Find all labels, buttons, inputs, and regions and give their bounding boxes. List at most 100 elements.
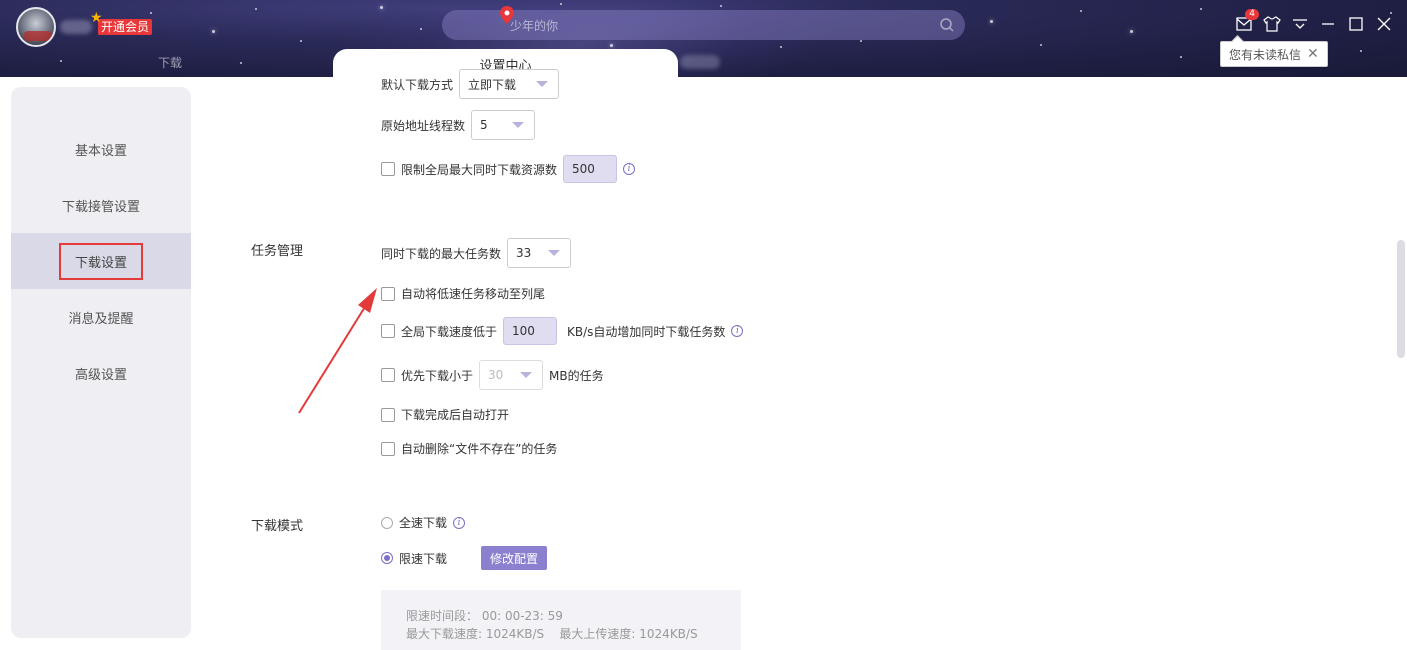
prefer-small-checkbox[interactable] xyxy=(381,368,395,382)
speed-below-label: 全局下载速度低于 xyxy=(401,324,498,339)
sidebar-item-label: 下载设置 xyxy=(58,242,143,280)
star xyxy=(255,8,257,10)
star xyxy=(1080,10,1082,12)
max-tasks-label: 同时下载的最大任务数 xyxy=(381,246,502,261)
auto-move-slow-label: 自动将低速任务移动至列尾 xyxy=(401,287,546,301)
limited-speed-radio[interactable] xyxy=(381,552,393,564)
star xyxy=(780,46,782,48)
limit-global-checkbox[interactable] xyxy=(381,162,395,176)
star xyxy=(1200,8,1202,10)
default-download-mode-label: 默认下载方式 xyxy=(381,77,454,92)
skin-button[interactable] xyxy=(1263,15,1281,33)
username-blurred[interactable] xyxy=(60,20,92,34)
auto-move-slow-checkbox[interactable] xyxy=(381,286,395,301)
open-vip-button[interactable]: 开通会员 xyxy=(98,19,153,35)
sidebar-item-download[interactable]: 下载设置 xyxy=(11,233,191,289)
default-download-mode-select[interactable]: 立即下载 xyxy=(459,69,560,99)
window-controls: 4 xyxy=(1235,9,1393,33)
search-placeholder: 少年的你 xyxy=(510,19,559,33)
sidebar-item-basic[interactable]: 基本设置 xyxy=(11,121,191,177)
star xyxy=(1180,56,1182,58)
close-icon xyxy=(1377,17,1391,31)
info-icon[interactable]: i xyxy=(731,325,744,337)
star xyxy=(1390,12,1392,14)
star xyxy=(380,6,383,9)
time-range-text: 限速时间段： 00: 00-23: 59 xyxy=(406,609,563,623)
star xyxy=(1040,44,1042,46)
auto-open-row: 下载完成后自动打开 xyxy=(381,406,509,423)
default-download-mode-row: 默认下载方式 立即下载 xyxy=(381,69,560,99)
star xyxy=(1130,30,1133,33)
origin-threads-select[interactable]: 5 xyxy=(471,110,536,140)
task-management-title: 任务管理 xyxy=(251,244,304,259)
speed-below-row: 全局下载速度低于 100 KB/s自动增加同时下载任务数 i xyxy=(381,317,744,345)
sidebar-item-label: 基本设置 xyxy=(74,143,127,159)
maximize-button[interactable] xyxy=(1347,15,1365,33)
star xyxy=(990,20,993,23)
full-speed-radio[interactable] xyxy=(381,516,393,529)
sidebar-item-label: 高级设置 xyxy=(74,367,127,383)
tooltip-close-icon[interactable]: ✕ xyxy=(1307,46,1319,62)
star xyxy=(560,3,562,5)
chevron-down-icon xyxy=(536,81,549,87)
star xyxy=(420,28,422,30)
max-tasks-row: 同时下载的最大任务数 33 xyxy=(381,238,572,268)
sidebar-item-label: 消息及提醒 xyxy=(68,311,134,327)
prefer-small-label: 优先下载小于 xyxy=(401,368,474,383)
avatar[interactable] xyxy=(16,7,56,47)
star xyxy=(1360,50,1362,52)
info-icon[interactable]: i xyxy=(623,163,636,175)
star xyxy=(300,40,302,42)
vip-badge[interactable]: ★ 开通会员 xyxy=(90,10,153,35)
auto-move-slow-row: 自动将低速任务移动至列尾 xyxy=(381,285,545,302)
full-speed-label: 全速下载 xyxy=(399,516,448,530)
sidebar-item-advanced[interactable]: 高级设置 xyxy=(11,345,191,401)
search-icon[interactable] xyxy=(939,17,955,33)
select-value: 30 xyxy=(488,368,504,382)
tab-download[interactable]: 下载 xyxy=(0,48,340,77)
tshirt-icon xyxy=(1263,16,1281,32)
prefer-small-suffix: MB的任务 xyxy=(549,368,604,383)
speed-below-input[interactable]: 100 xyxy=(503,317,558,345)
download-mode-title: 下载模式 xyxy=(251,519,304,534)
info-icon[interactable]: i xyxy=(453,516,466,529)
max-speeds-text: 最大下载速度: 1024KB/S 最大上传速度: 1024KB/S xyxy=(406,627,698,641)
origin-threads-row: 原始地址线程数 5 xyxy=(381,110,536,140)
prefer-small-select[interactable]: 30 xyxy=(479,360,544,390)
chevron-down-icon xyxy=(520,372,533,378)
max-tasks-select[interactable]: 33 xyxy=(507,238,572,268)
speed-limit-info-box: 限速时间段： 00: 00-23: 59 最大下载速度: 1024KB/S 最大… xyxy=(381,590,741,650)
auto-open-label: 下载完成后自动打开 xyxy=(401,408,510,422)
search-bar[interactable]: 少年的你 xyxy=(442,6,965,40)
speed-below-checkbox[interactable] xyxy=(381,324,395,338)
mail-badge-count: 4 xyxy=(1245,9,1259,20)
limit-global-input[interactable]: 500 xyxy=(563,155,618,183)
sidebar-item-notifications[interactable]: 消息及提醒 xyxy=(11,289,191,345)
settings-sidebar: 基本设置 下载接管设置 下载设置 消息及提醒 高级设置 xyxy=(11,87,191,638)
title-bar: ★ 开通会员 少年的你 4 下载 xyxy=(0,0,1407,77)
sidebar-item-label: 下载接管设置 xyxy=(61,199,140,215)
prefer-small-row: 优先下载小于 30 MB的任务 xyxy=(381,360,604,390)
vertical-scrollbar[interactable] xyxy=(1397,240,1405,358)
select-value: 33 xyxy=(516,246,532,260)
auto-delete-label: 自动删除“文件不存在”的任务 xyxy=(401,442,558,456)
tooltip-text: 您有未读私信 xyxy=(1229,47,1302,62)
star xyxy=(720,5,722,7)
auto-delete-checkbox[interactable] xyxy=(381,441,395,456)
close-button[interactable] xyxy=(1375,15,1393,33)
tab-hidden[interactable] xyxy=(680,55,720,69)
limited-speed-row: 限速下载 修改配置 xyxy=(381,546,548,570)
chevron-down-icon xyxy=(512,122,525,128)
mail-button[interactable]: 4 xyxy=(1235,9,1259,33)
modify-config-button[interactable]: 修改配置 xyxy=(481,546,548,570)
vip-star-icon: ★ xyxy=(90,10,103,26)
origin-threads-label: 原始地址线程数 xyxy=(381,118,466,133)
sidebar-item-takeover[interactable]: 下载接管设置 xyxy=(11,177,191,233)
minimize-button[interactable] xyxy=(1319,15,1337,33)
star xyxy=(860,40,862,42)
chevron-down-icon xyxy=(548,250,561,256)
menu-button[interactable] xyxy=(1291,15,1309,33)
auto-open-checkbox[interactable] xyxy=(381,407,395,422)
select-value: 立即下载 xyxy=(468,77,517,92)
star xyxy=(610,44,613,47)
